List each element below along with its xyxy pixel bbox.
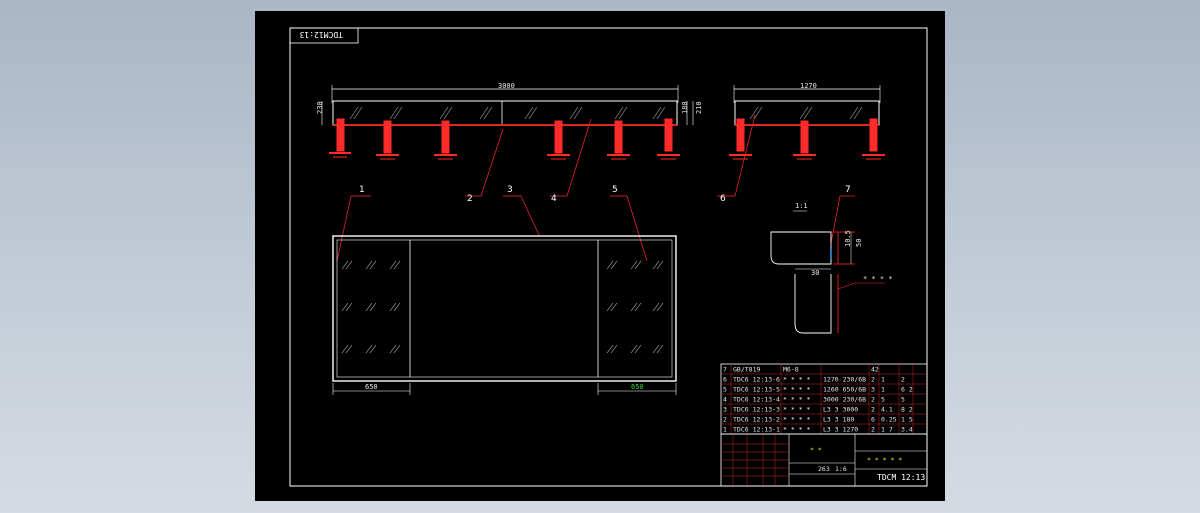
balloon-3: 3 xyxy=(507,185,513,195)
parts-list-cell: M6-8 xyxy=(783,366,799,374)
plan-outer-frame xyxy=(332,235,677,382)
detail-note: * * * * xyxy=(863,275,893,283)
front-view: 3000 230 180 210 xyxy=(316,82,703,160)
parts-list-cell: 2 xyxy=(723,416,727,424)
balloon-5: 5 xyxy=(612,185,618,195)
parts-list-cell: TDC6 12:13-6 xyxy=(733,376,780,384)
detail-dim-a: 50 xyxy=(855,239,863,247)
drawing-sheet[interactable]: TDCM12:13 3000 230 180 210 1270 1 2 3 4 … xyxy=(255,11,945,501)
parts-list-cell: L3 3 3000 xyxy=(823,406,858,414)
parts-list-cell: TDC6 12:13-5 xyxy=(733,386,780,394)
parts-list-cell: 1 xyxy=(881,376,885,384)
parts-list-cell: 6 2 xyxy=(901,386,913,394)
drawing-canvas[interactable]: TDCM12:13 3000 230 180 210 1270 1 2 3 4 … xyxy=(255,11,945,501)
parts-list-cell: 5 xyxy=(723,386,727,394)
parts-list-cell: 1 7 xyxy=(881,426,893,434)
parts-list-cell: * * * * xyxy=(783,396,810,404)
parts-list-cell: 2 xyxy=(871,426,875,434)
parts-list-cell: 6 xyxy=(871,416,875,424)
parts-list-cell: 2 xyxy=(871,376,875,384)
parts-list-cell: * * * * xyxy=(783,416,810,424)
parts-list-cell: * * * * xyxy=(783,406,810,414)
parts-list-cell: 0.25 xyxy=(881,416,897,424)
parts-list-cell: GB/T819 xyxy=(733,366,760,374)
side-length-label: 1270 xyxy=(800,82,817,90)
parts-list-cell: 2 xyxy=(871,406,875,414)
title-scale: 1:6 xyxy=(835,465,847,473)
parts-list-cell: 7 xyxy=(723,366,727,374)
parts-list-cell: 4 xyxy=(723,396,727,404)
parts-list-cell: 1 xyxy=(723,426,727,434)
parts-list-cell: 42 xyxy=(871,366,879,374)
parts-list-cell: L3 3 1270 xyxy=(823,426,858,434)
parts-list-cell: 3000 230/6B xyxy=(823,396,866,404)
balloon-1: 1 xyxy=(359,185,365,195)
parts-list-cell: 6 xyxy=(723,376,727,384)
plan-left-width-label: 650 xyxy=(365,383,378,391)
side-view: 1270 xyxy=(729,82,885,160)
balloon-4: 4 xyxy=(551,194,557,204)
plan-right-width-label: 650 xyxy=(631,383,644,391)
front-height-right-a-label: 180 xyxy=(681,101,689,114)
detail-view: 1:1 10.5 50 30 * * * * xyxy=(770,202,893,334)
parts-list-cell: * * * * xyxy=(783,376,810,384)
parts-list-cell: 2 xyxy=(871,396,875,404)
balloon-2: 2 xyxy=(467,194,473,204)
drawing-number-mirrored: TDCM12:13 xyxy=(299,30,343,39)
parts-list-cell: 1270 230/6B xyxy=(823,376,866,384)
parts-list-cell: TDC6 12:13-2 xyxy=(733,416,780,424)
parts-list-cell: TDC6 12:13-3 xyxy=(733,406,780,414)
parts-list-cell: 3 xyxy=(871,386,875,394)
parts-list-cell: 3.4 xyxy=(901,426,913,434)
balloon-6: 6 xyxy=(720,194,726,204)
front-length-label: 3000 xyxy=(498,82,515,90)
parts-list-cell: 1 xyxy=(881,386,885,394)
front-height-left-label: 230 xyxy=(316,101,324,114)
title-block: * * 263 1:6 * * * * * TDCM 12:13 xyxy=(720,433,928,487)
parts-list-cell: TDC6 12:13-4 xyxy=(733,396,780,404)
detail-dim-c: 30 xyxy=(811,269,819,277)
parts-list-cell: * * * * xyxy=(783,386,810,394)
parts-list-cell: 5 xyxy=(901,396,905,404)
title-part-name: * * xyxy=(810,446,822,454)
parts-list-cell: 3 xyxy=(723,406,727,414)
leader-lines xyxy=(336,114,855,262)
parts-list-cell: 2 xyxy=(901,376,905,384)
detail-dim-b: 10.5 xyxy=(844,230,852,247)
detail-scale-label: 1:1 xyxy=(795,202,808,210)
balloon-7: 7 xyxy=(845,185,851,195)
parts-list-cell: 1 5 xyxy=(901,416,913,424)
parts-list-cell: * * * * xyxy=(783,426,810,434)
parts-list: 7 GB/T819 M6-8 426 TDC6 12:13-6 * * * * 1270 2… xyxy=(720,363,928,435)
parts-list-cell: 8 2 xyxy=(901,406,913,414)
parts-list-cell: TDC6 12:13-1 xyxy=(733,426,780,434)
title-company: * * * * * xyxy=(867,456,902,464)
parts-list-cell: 5 xyxy=(881,396,885,404)
cad-viewport[interactable]: TDCM12:13 3000 230 180 210 1270 1 2 3 4 … xyxy=(0,0,1200,513)
parts-list-cell: 4.1 xyxy=(881,406,893,414)
parts-list-cell: 1260 650/6B xyxy=(823,386,866,394)
parts-list-cell: L3 3 180 xyxy=(823,416,854,424)
title-drawing-number: TDCM 12:13 xyxy=(877,473,925,482)
front-height-right-b-label: 210 xyxy=(695,101,703,114)
title-weight: 263 xyxy=(818,465,830,473)
plan-view: 650 650 xyxy=(332,235,677,395)
